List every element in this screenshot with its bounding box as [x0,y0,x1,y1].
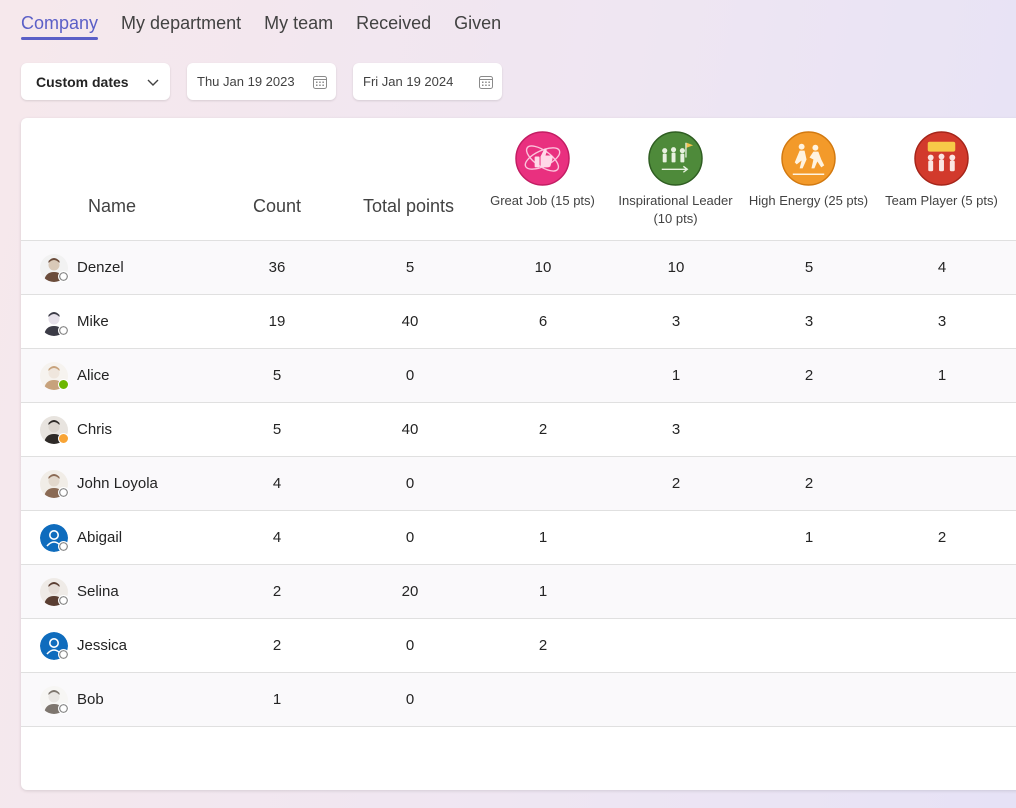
column-header-high-energy[interactable]: High Energy (25 pts) [742,131,875,210]
column-header-team-player[interactable]: Team Player (5 pts) [875,131,1008,210]
table-row[interactable]: Alice 5 0 1 2 1 [21,349,1016,403]
cell-count: 4 [272,529,282,546]
cell-b2: 1 [671,367,681,384]
date-range-dropdown[interactable]: Custom dates [21,63,170,100]
chevron-down-icon [147,79,159,86]
cell-total: 5 [405,259,415,276]
cell-total: 0 [405,637,415,654]
table-row[interactable]: John Loyola 4 0 2 2 [21,457,1016,511]
presence-status-icon [58,649,69,660]
person-name[interactable]: Selina [77,565,119,619]
date-range-label: Custom dates [36,73,129,90]
column-header-great-job[interactable]: Great Job (15 pts) [476,131,609,210]
presence-status-icon [58,541,69,552]
table-row[interactable]: Abigail 4 0 1 1 2 [21,511,1016,565]
cell-b2: 3 [671,421,681,438]
cell-b1: 1 [538,583,548,600]
table-header: Name Count Total points Great Job (15 pt… [21,118,1016,241]
thumbs-up-badge-icon [515,131,570,186]
table-row[interactable]: Mike 19 40 6 3 3 3 [21,295,1016,349]
cell-total: 40 [401,421,419,438]
leaderboard-table: Name Count Total points Great Job (15 pt… [21,118,1016,790]
table-row[interactable]: Jessica 2 0 2 [21,619,1016,673]
cell-count: 1 [272,691,282,708]
cell-b4: 4 [937,259,947,276]
table-row[interactable]: Denzel 36 5 10 10 5 4 [21,241,1016,295]
cell-b3: 5 [804,259,814,276]
cell-b4: 2 [937,529,947,546]
person-name[interactable]: Bob [77,673,104,727]
great-job-label: Great Job (15 pts) [490,193,595,208]
table-row[interactable]: Selina 2 20 1 [21,565,1016,619]
cell-b3: 2 [804,475,814,492]
cell-b2: 10 [667,259,685,276]
column-header-name[interactable]: Name [88,196,136,217]
calendar-icon [479,75,493,89]
cell-b2: 2 [671,475,681,492]
team-player-label: Team Player (5 pts) [885,193,998,208]
cell-b3: 3 [804,313,814,330]
presence-status-icon [58,487,69,498]
cell-count: 19 [268,313,286,330]
tab-my-team[interactable]: My team [264,10,333,40]
table-row[interactable]: Bob 1 0 [21,673,1016,727]
person-name[interactable]: Mike [77,295,109,349]
team-badge-icon [914,131,969,186]
presence-status-icon [58,325,69,336]
presence-status-icon [58,703,69,714]
cell-b3: 1 [804,529,814,546]
high-energy-badge-icon [781,131,836,186]
cell-b1: 6 [538,313,548,330]
column-header-total-points[interactable]: Total points [363,196,454,217]
inspirational-leader-label: Inspirational Leader (10 pts) [618,193,733,226]
column-header-count[interactable]: Count [253,196,301,217]
cell-total: 20 [401,583,419,600]
cell-b1: 2 [538,637,548,654]
tab-bar: Company My department My team Received G… [21,10,524,42]
tab-received[interactable]: Received [356,10,431,40]
cell-b2: 3 [671,313,681,330]
start-date-value: Thu Jan 19 2023 [197,74,295,89]
cell-total: 0 [405,529,415,546]
cell-b4: 3 [937,313,947,330]
calendar-icon [313,75,327,89]
filter-bar: Custom dates Thu Jan 19 2023 Fri Jan 19 … [21,63,502,100]
cell-total: 0 [405,475,415,492]
cell-b3: 2 [804,367,814,384]
person-name[interactable]: Jessica [77,619,127,673]
cell-total: 0 [405,691,415,708]
presence-status-icon [58,271,69,282]
column-header-inspirational-leader[interactable]: Inspirational Leader (10 pts) [609,131,742,228]
presence-status-icon [58,379,69,390]
cell-count: 5 [272,367,282,384]
cell-b4: 1 [937,367,947,384]
presence-status-icon [58,433,69,444]
cell-b1: 10 [534,259,552,276]
person-name[interactable]: Alice [77,349,110,403]
start-date-picker[interactable]: Thu Jan 19 2023 [187,63,336,100]
cell-count: 2 [272,583,282,600]
person-name[interactable]: Abigail [77,511,122,565]
leader-badge-icon [648,131,703,186]
table-row[interactable]: Chris 5 40 2 3 [21,403,1016,457]
high-energy-label: High Energy (25 pts) [748,193,869,208]
person-name[interactable]: John Loyola [77,457,158,511]
end-date-value: Fri Jan 19 2024 [363,74,454,89]
cell-b1: 1 [538,529,548,546]
tab-company[interactable]: Company [21,10,99,40]
cell-total: 0 [405,367,415,384]
end-date-picker[interactable]: Fri Jan 19 2024 [353,63,502,100]
cell-count: 4 [272,475,282,492]
person-name[interactable]: Chris [77,403,112,457]
presence-status-icon [58,595,69,606]
cell-count: 5 [272,421,282,438]
person-name[interactable]: Denzel [77,241,124,295]
cell-count: 36 [268,259,286,276]
tab-given[interactable]: Given [454,10,501,40]
cell-count: 2 [272,637,282,654]
tab-my-department[interactable]: My department [121,10,241,40]
cell-b1: 2 [538,421,548,438]
cell-total: 40 [401,313,419,330]
